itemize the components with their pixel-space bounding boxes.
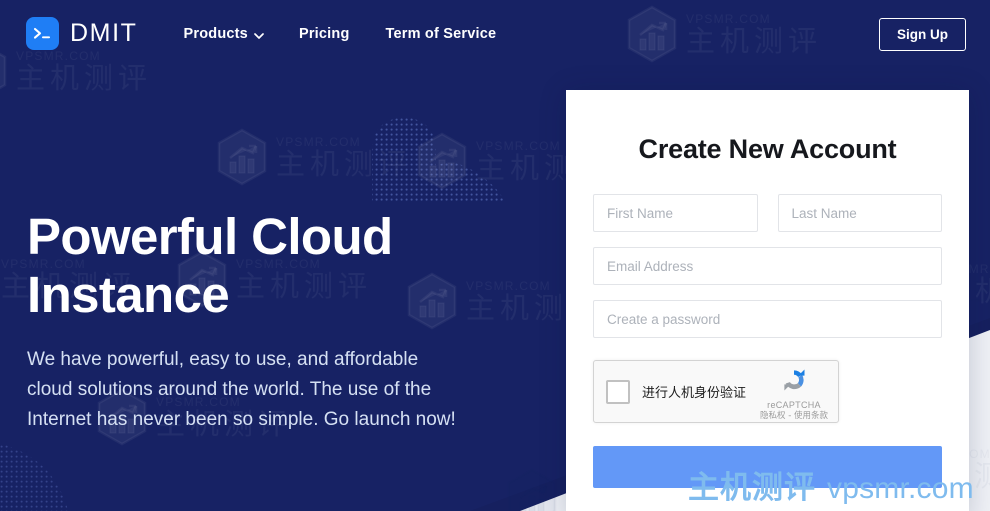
recaptcha-terms-text[interactable]: 隐私权 - 使用条款	[758, 411, 830, 422]
signup-card: Create New Account 进行人机身份验证	[566, 90, 969, 511]
recaptcha-brand-text: reCAPTCHA	[767, 400, 821, 411]
signup-card-title: Create New Account	[638, 134, 897, 164]
signup-form: 进行人机身份验证 reCAPTCHA 隐私权 - 使用条款	[566, 194, 969, 488]
password-input[interactable]	[593, 300, 942, 338]
signup-button[interactable]: Sign Up	[879, 18, 966, 51]
last-name-input[interactable]	[777, 194, 942, 232]
recaptcha-label: 进行人机身份验证	[642, 386, 747, 401]
nav-item-term-of-service-label: Term of Service	[385, 25, 497, 42]
name-row	[593, 194, 942, 247]
dotted-cloud-decoration	[372, 118, 506, 203]
first-name-input[interactable]	[593, 194, 758, 232]
nav-item-products-label: Products	[183, 25, 248, 42]
brand-name: DMIT	[70, 19, 138, 47]
email-input[interactable]	[593, 247, 942, 285]
hero-title-line-1: Powerful Cloud	[27, 208, 393, 265]
hero-title-line-2: Instance	[27, 265, 230, 323]
hero-subtitle: We have powerful, easy to use, and affor…	[27, 349, 456, 431]
nav-links: Products Pricing Term of Service	[184, 26, 497, 42]
top-navigation-bar: DMIT Products Pricing Term of Service Si…	[0, 0, 990, 67]
recaptcha-icon	[784, 369, 805, 391]
recaptcha-widget[interactable]: 进行人机身份验证 reCAPTCHA 隐私权 - 使用条款	[593, 360, 839, 423]
hero-section: Powerful Cloud Instance We have powerful…	[27, 208, 457, 435]
brand-logo[interactable]: DMIT	[26, 17, 138, 50]
recaptcha-branding: reCAPTCHA 隐私权 - 使用条款	[758, 366, 830, 422]
chevron-down-icon	[254, 29, 264, 39]
nav-item-term-of-service[interactable]: Term of Service	[386, 26, 497, 42]
nav-item-pricing-label: Pricing	[298, 25, 350, 42]
nav-item-products[interactable]: Products	[183, 25, 264, 42]
nav-item-pricing[interactable]: Pricing	[299, 26, 350, 42]
hero-title: Powerful Cloud Instance	[27, 208, 457, 323]
create-account-submit-button[interactable]	[593, 446, 942, 488]
terminal-prompt-icon	[26, 17, 59, 50]
page-root: VPSMR.COM主机测评 VPSMR.COM主机测评 VPSMR.COM主机测…	[0, 0, 990, 511]
dotted-corner-decoration	[0, 443, 69, 511]
recaptcha-checkbox[interactable]	[606, 379, 630, 404]
